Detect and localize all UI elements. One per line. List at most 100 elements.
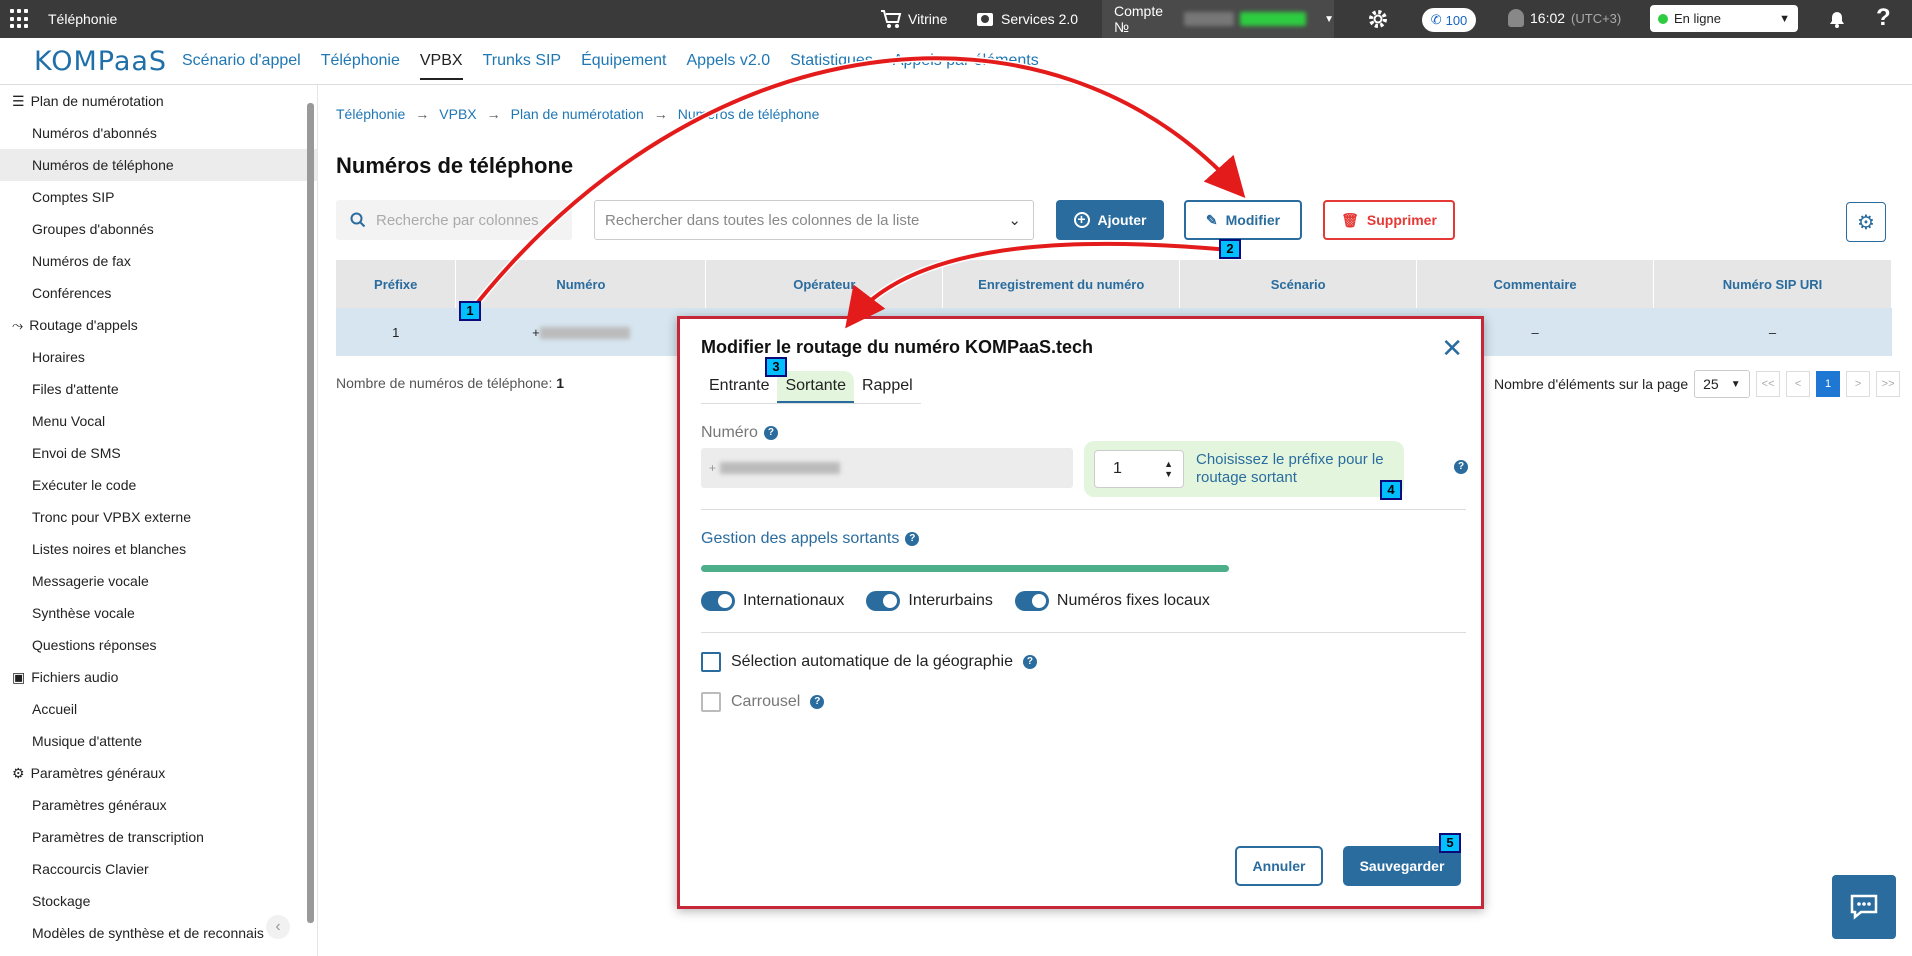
online-dot-icon <box>1658 13 1668 24</box>
auto-geo-option[interactable]: Sélection automatique de la géographie? <box>701 652 1037 672</box>
account-selector[interactable]: Compte № ▼ <box>1102 0 1334 38</box>
sidebar-item-tronc[interactable]: Tronc pour VPBX externe <box>0 501 317 533</box>
sidebar-item-horaires[interactable]: Horaires <box>0 341 317 373</box>
sidebar-section-params[interactable]: ⚙ Paramètres généraux <box>0 757 317 789</box>
breadcrumb-plan[interactable]: Plan de numérotation <box>511 106 644 122</box>
toggle-switch[interactable] <box>1014 591 1049 611</box>
help-icon[interactable]: ? <box>1876 4 1891 32</box>
edit-button[interactable]: ✎ Modifier <box>1184 200 1302 240</box>
sidebar-item-comptes-sip[interactable]: Comptes SIP <box>0 181 317 213</box>
sidebar-item-accueil[interactable]: Accueil <box>0 693 317 725</box>
chevron-down-icon: ▼ <box>1730 378 1741 390</box>
cancel-button[interactable]: Annuler <box>1235 846 1323 886</box>
sidebar-section-routage[interactable]: ⤳ Routage d'appels <box>0 309 317 341</box>
toggle-internationaux[interactable]: Internationaux <box>701 591 844 611</box>
sidebar-section-audio[interactable]: ▣ Fichiers audio <box>0 661 317 693</box>
carousel-option[interactable]: Carrousel? <box>701 692 825 712</box>
nav-appels-elements[interactable]: Appels par éléments <box>893 52 1039 80</box>
col-numero[interactable]: Numéro <box>455 260 707 308</box>
sidebar-item-synthese[interactable]: Synthèse vocale <box>0 597 317 629</box>
breadcrumb: Téléphonie → VPBX → Plan de numérotation → … <box>336 106 819 122</box>
collapse-sidebar-icon[interactable]: ‹ <box>266 915 290 939</box>
sidebar-item-raccourcis[interactable]: Raccourcis Clavier <box>0 853 317 885</box>
col-prefixe[interactable]: Préfixe <box>336 260 457 308</box>
numero-field[interactable]: + <box>701 448 1073 488</box>
numero-label: Numéro? <box>701 424 778 442</box>
nav-scenario[interactable]: Scénario d'appel <box>182 52 301 80</box>
prefix-box: 1 ▲ ▼ Choisissez le préfixe pour le routag… <box>1084 441 1404 497</box>
chat-button[interactable] <box>1832 875 1896 939</box>
nav-vpbx[interactable]: VPBX <box>419 52 463 80</box>
sidebar-item-numeros-abonnes[interactable]: Numéros d'abonnés <box>0 117 317 149</box>
toggle-fixes-locaux[interactable]: Numéros fixes locaux <box>1014 591 1210 611</box>
nav-statistiques[interactable]: Statistiques <box>790 52 873 80</box>
apps-grid-icon[interactable] <box>10 9 30 29</box>
sidebar-item-groupes[interactable]: Groupes d'abonnés <box>0 213 317 245</box>
help-icon[interactable]: ? <box>810 695 825 709</box>
breadcrumb-numeros[interactable]: Numéros de téléphone <box>678 106 820 122</box>
help-icon[interactable]: ? <box>1022 655 1037 669</box>
services-link[interactable]: Services 2.0 <box>975 9 1078 29</box>
sidebar-item-musique[interactable]: Musique d'attente <box>0 725 317 757</box>
column-search-input[interactable]: Recherche par colonnes <box>336 200 572 240</box>
breadcrumb-telephonie[interactable]: Téléphonie <box>336 106 405 122</box>
outgoing-progress <box>701 565 1229 572</box>
sidebar-section-plan[interactable]: ☰ Plan de numérotation <box>0 85 317 117</box>
page-last[interactable]: >> <box>1876 371 1901 397</box>
sidebar-item-files[interactable]: Files d'attente <box>0 373 317 405</box>
col-sip-uri[interactable]: Numéro SIP URI <box>1653 260 1892 308</box>
toggle-group: Internationaux Interurbains Numéros fixe… <box>701 591 1210 611</box>
sidebar-item-questions[interactable]: Questions réponses <box>0 629 317 661</box>
add-button[interactable]: + Ajouter <box>1056 200 1164 240</box>
sidebar-item-params-generaux[interactable]: Paramètres généraux <box>0 789 317 821</box>
sidebar-item-transcription[interactable]: Paramètres de transcription <box>0 821 317 853</box>
table-settings-gear-icon[interactable]: ⚙ <box>1846 202 1886 242</box>
sidebar-item-listes[interactable]: Listes noires et blanches <box>0 533 317 565</box>
nav-telephonie[interactable]: Téléphonie <box>321 52 400 80</box>
tab-sortante[interactable]: Sortante <box>777 371 854 403</box>
sidebar-item-fax[interactable]: Numéros de fax <box>0 245 317 277</box>
carousel-checkbox[interactable] <box>701 692 721 712</box>
vitrine-link[interactable]: Vitrine <box>880 9 947 29</box>
col-scenario[interactable]: Scénario <box>1179 260 1418 308</box>
breadcrumb-vpbx[interactable]: VPBX <box>439 106 476 122</box>
nav-equipement[interactable]: Équipement <box>581 52 666 80</box>
per-page-select[interactable]: 25 ▼ <box>1694 370 1751 398</box>
toggle-interurbains[interactable]: Interurbains <box>866 591 993 611</box>
sidebar-item-menu-vocal[interactable]: Menu Vocal <box>0 405 317 437</box>
sidebar-item-messagerie[interactable]: Messagerie vocale <box>0 565 317 597</box>
nav-trunks-sip[interactable]: Trunks SIP <box>483 52 562 80</box>
sidebar-item-code[interactable]: Exécuter le code <box>0 469 317 501</box>
col-enregistrement[interactable]: Enregistrement du numéro <box>942 260 1181 308</box>
step-marker-3: 3 <box>765 357 787 377</box>
sidebar-item-sms[interactable]: Envoi de SMS <box>0 437 317 469</box>
col-commentaire[interactable]: Commentaire <box>1416 260 1655 308</box>
col-operateur[interactable]: Opérateur <box>705 260 944 308</box>
calls-badge[interactable]: ✆ 100 <box>1422 8 1476 32</box>
page-current[interactable]: 1 <box>1816 371 1841 397</box>
settings-gear-icon[interactable] <box>1366 7 1390 31</box>
toggle-switch[interactable] <box>701 591 735 611</box>
page-prev[interactable]: < <box>1786 371 1811 397</box>
sidebar-item-stockage[interactable]: Stockage <box>0 885 317 917</box>
stepper-arrows-icon[interactable]: ▲ ▼ <box>1164 459 1173 479</box>
step-marker-5: 5 <box>1439 833 1461 853</box>
prefix-stepper[interactable]: 1 ▲ ▼ <box>1094 450 1184 488</box>
page-next[interactable]: > <box>1846 371 1871 397</box>
status-select[interactable]: En ligne ▼ <box>1650 5 1798 32</box>
nav-appels-v2[interactable]: Appels v2.0 <box>687 52 771 80</box>
bell-icon[interactable] <box>1826 8 1848 30</box>
help-icon[interactable]: ? <box>763 426 778 440</box>
sidebar-item-conferences[interactable]: Conférences <box>0 277 317 309</box>
sidebar-scrollbar[interactable] <box>307 103 314 923</box>
page-first[interactable]: << <box>1756 371 1781 397</box>
toggle-switch[interactable] <box>866 591 901 611</box>
delete-button[interactable]: 🗑 Supprimer <box>1323 200 1455 240</box>
tab-rappel[interactable]: Rappel <box>854 371 921 403</box>
auto-geo-checkbox[interactable] <box>701 652 721 672</box>
sidebar-item-numeros-telephone[interactable]: Numéros de téléphone <box>0 149 317 181</box>
help-icon[interactable]: ? <box>1454 460 1468 474</box>
global-search-select[interactable]: Rechercher dans toutes les colonnes de l… <box>594 200 1034 240</box>
close-icon[interactable]: ✕ <box>1441 333 1463 364</box>
help-icon[interactable]: ? <box>905 532 920 546</box>
